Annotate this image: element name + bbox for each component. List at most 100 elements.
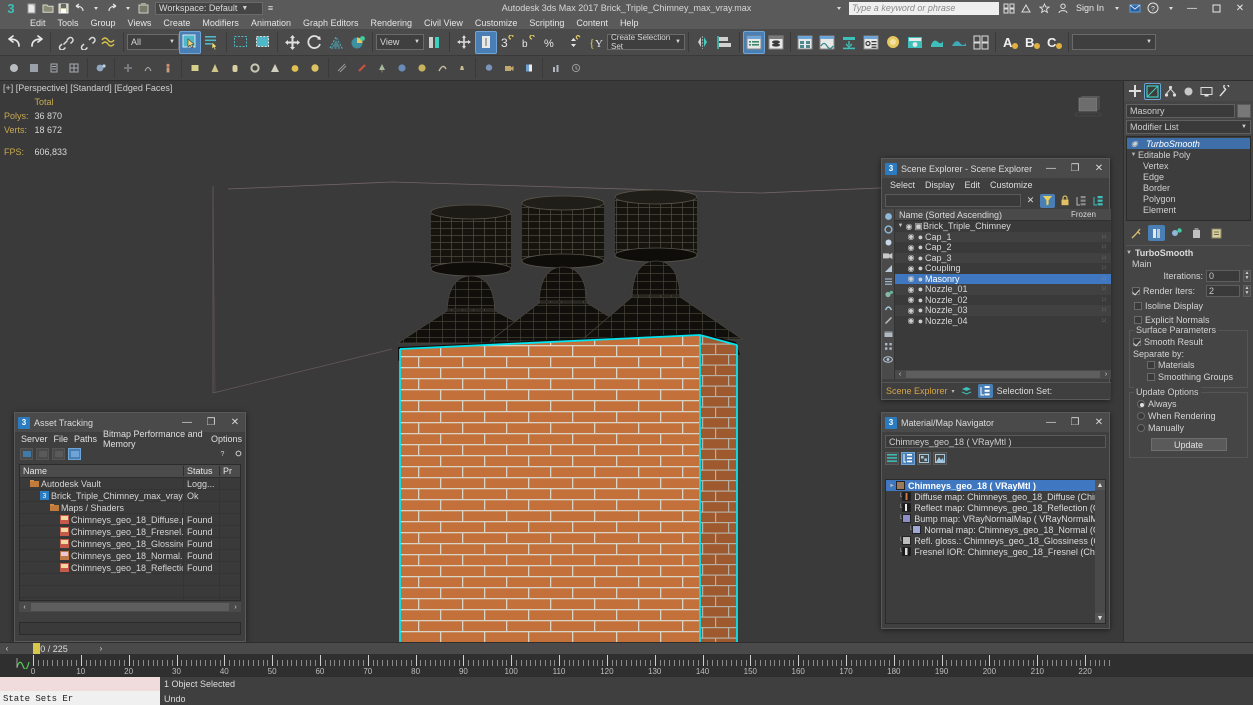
hierarchy-tab[interactable]	[1162, 83, 1179, 100]
show-end-result-icon[interactable]	[1148, 225, 1165, 241]
set-project-folder-icon[interactable]	[136, 1, 151, 15]
matnav-tree-list[interactable]: ▸ Chimneys_geo_18 ( VRayMtl ) └ Diffuse …	[885, 479, 1106, 624]
menu-scripting[interactable]: Scripting	[523, 16, 570, 29]
display-tab[interactable]	[1198, 83, 1215, 100]
at-menu-paths[interactable]: Paths	[71, 434, 100, 444]
edit-named-selection-sets-icon[interactable]: {Y	[585, 31, 607, 54]
eye-icon[interactable]: ◉	[906, 306, 916, 315]
motion-tab[interactable]	[1180, 83, 1197, 100]
scrollbar-thumb[interactable]	[906, 371, 1100, 378]
eye-icon[interactable]: ◉	[904, 222, 914, 231]
save-file-icon[interactable]	[56, 1, 71, 15]
use-pivot-point-center-icon[interactable]	[424, 31, 446, 54]
scene-row-cap-1[interactable]: ◉ ● Cap_1 ⁙	[895, 231, 1111, 242]
reference-coordinate-system-combo[interactable]: View ▼	[376, 34, 424, 50]
previous-frame-button[interactable]: ‹	[0, 643, 14, 654]
window-close-button[interactable]: ✕	[1229, 0, 1251, 16]
update-when-rendering-row[interactable]: When Rendering	[1133, 410, 1244, 422]
matnav-row-normal-map[interactable]: └ Normal map: Chimneys_geo_18_Normal (Ch…	[886, 524, 1105, 535]
update-always-radio[interactable]	[1137, 400, 1145, 408]
frozen-cell[interactable]: ⁙	[1101, 317, 1107, 325]
scene-row-cap-2[interactable]: ◉ ● Cap_2 ⁙	[895, 242, 1111, 253]
timeline-ruler[interactable]: 0 10 20 30 40 50 60 70 80 90 100 110 120 130 140 150 160…	[0, 654, 1253, 676]
current-frame-display[interactable]: 0 / 225	[14, 643, 94, 654]
spinner-snap-icon[interactable]	[563, 31, 585, 54]
rollout-header[interactable]: ▼ TurboSmooth	[1126, 246, 1251, 259]
percent-snap-toggle-icon[interactable]: 3	[497, 31, 519, 54]
expand-triangle-icon[interactable]: ▼	[897, 223, 904, 229]
frozen-cell[interactable]: ⁙	[1101, 296, 1107, 304]
eye-icon[interactable]: ◉	[906, 274, 916, 283]
update-when-rendering-radio[interactable]	[1137, 412, 1145, 420]
render-in-cloud-icon[interactable]	[970, 31, 992, 54]
select-and-move-icon[interactable]	[281, 31, 303, 54]
frozen-cell[interactable]: ⁙	[1101, 275, 1107, 283]
view-cube[interactable]	[1071, 95, 1105, 121]
open-asset-tracking-c-icon[interactable]: C	[1043, 31, 1065, 54]
scene-explorer-window[interactable]: 3 Scene Explorer - Scene Explorer — ❐ ✕ …	[881, 158, 1111, 400]
matnav-current-material-field[interactable]: Chimneys_geo_18 ( VRayMtl )	[885, 435, 1106, 448]
asset-row-maps-shaders[interactable]: Maps / Shaders	[20, 501, 240, 514]
vault-getlatest-icon[interactable]	[52, 447, 65, 460]
asset-row-glossiness-png[interactable]: Chimneys_geo_18_Glossiness.png Found	[20, 537, 240, 550]
materials-checkbox[interactable]	[1147, 361, 1155, 369]
at-menu-bitmap-performance[interactable]: Bitmap Performance and Memory	[100, 429, 208, 449]
menu-views[interactable]: Views	[122, 16, 158, 29]
scene-explorer-maximize-button[interactable]: ❐	[1065, 160, 1085, 178]
scroll-left-icon[interactable]: ‹	[895, 371, 905, 378]
scene-explorer-minimize-button[interactable]: —	[1041, 160, 1061, 178]
smooth-result-row[interactable]: Smooth Result	[1133, 336, 1244, 348]
named-selection-set-combo[interactable]: Create Selection Set ▼	[607, 33, 685, 51]
asset-row-normal-png[interactable]: Chimneys_geo_18_Normal.png Found	[20, 549, 240, 562]
display-helpers-icon[interactable]	[883, 276, 894, 287]
redo-dropdown-icon[interactable]	[120, 1, 135, 15]
ribbon-mirror-icon[interactable]	[118, 58, 138, 78]
compact-material-editor-icon[interactable]	[794, 31, 816, 54]
display-all-icon[interactable]	[883, 211, 894, 222]
redo-icon[interactable]	[104, 1, 119, 15]
scene-explorer-titlebar[interactable]: 3 Scene Explorer - Scene Explorer — ❐ ✕	[882, 159, 1109, 178]
menu-edit[interactable]: Edit	[24, 16, 52, 29]
update-manually-row[interactable]: Manually	[1133, 422, 1244, 434]
stack-subobject-edge[interactable]: Edge	[1127, 171, 1250, 182]
render-iters-field[interactable]: 2	[1206, 284, 1240, 297]
vault-checkin-icon[interactable]	[36, 447, 49, 460]
eye-icon[interactable]: ◉	[906, 232, 916, 241]
iterations-field[interactable]: 0	[1206, 269, 1240, 282]
undo-button[interactable]	[3, 31, 25, 54]
frozen-cell[interactable]: ⁙	[1101, 306, 1107, 314]
unlink-selection-icon[interactable]	[76, 31, 98, 54]
se-menu-edit[interactable]: Edit	[960, 180, 986, 190]
asset-row-max-file[interactable]: 3 Brick_Triple_Chimney_max_vray.max Ok	[20, 489, 240, 502]
ribbon-cone-icon[interactable]	[205, 58, 225, 78]
select-and-rotate-icon[interactable]	[303, 31, 325, 54]
render-iters-checkbox[interactable]	[1132, 286, 1140, 295]
selection-set-icon[interactable]	[977, 384, 993, 398]
stack-item-turbosmooth[interactable]: ◉ TurboSmooth	[1127, 138, 1250, 149]
asset-settings-icon[interactable]	[232, 448, 245, 460]
matnav-row-diffuse-map[interactable]: └ Diffuse map: Chimneys_geo_18_Diffuse (…	[886, 491, 1105, 502]
ribbon-lamp-icon[interactable]	[452, 58, 472, 78]
matnav-close-button[interactable]: ✕	[1089, 414, 1109, 432]
display-lights-icon[interactable]	[883, 263, 894, 274]
filter-funnel-icon[interactable]	[1040, 193, 1055, 208]
select-and-place-icon[interactable]	[347, 31, 369, 54]
frozen-cell[interactable]: ⁙	[1101, 264, 1107, 272]
snaps-toggle-icon[interactable]	[453, 31, 475, 54]
ribbon-torus-icon[interactable]	[245, 58, 265, 78]
select-and-link-icon[interactable]	[54, 31, 76, 54]
select-by-name-button[interactable]	[201, 31, 223, 54]
object-name-field[interactable]: Masonry	[1126, 103, 1235, 118]
utilities-tab[interactable]	[1216, 83, 1233, 100]
window-restore-button[interactable]	[1205, 0, 1227, 16]
ribbon-hatch-icon[interactable]	[332, 58, 352, 78]
material-map-browser-icon[interactable]	[838, 31, 860, 54]
ribbon-tree-icon[interactable]	[372, 58, 392, 78]
ribbon-red-marker-icon[interactable]	[352, 58, 372, 78]
chevron-down-icon[interactable]: ▾	[952, 388, 955, 395]
asset-tracking-window[interactable]: 3 Asset Tracking — ❐ ✕ Server File Paths…	[14, 412, 246, 642]
ribbon-sphere-icon[interactable]	[4, 58, 24, 78]
asset-row-fresnel-png[interactable]: Chimneys_geo_18_Fresnel.png Found	[20, 525, 240, 538]
select-object-button[interactable]	[179, 30, 201, 54]
asset-tracking-table[interactable]: Name Status Pr Autodesk Vault Logg... 3 …	[19, 464, 241, 601]
